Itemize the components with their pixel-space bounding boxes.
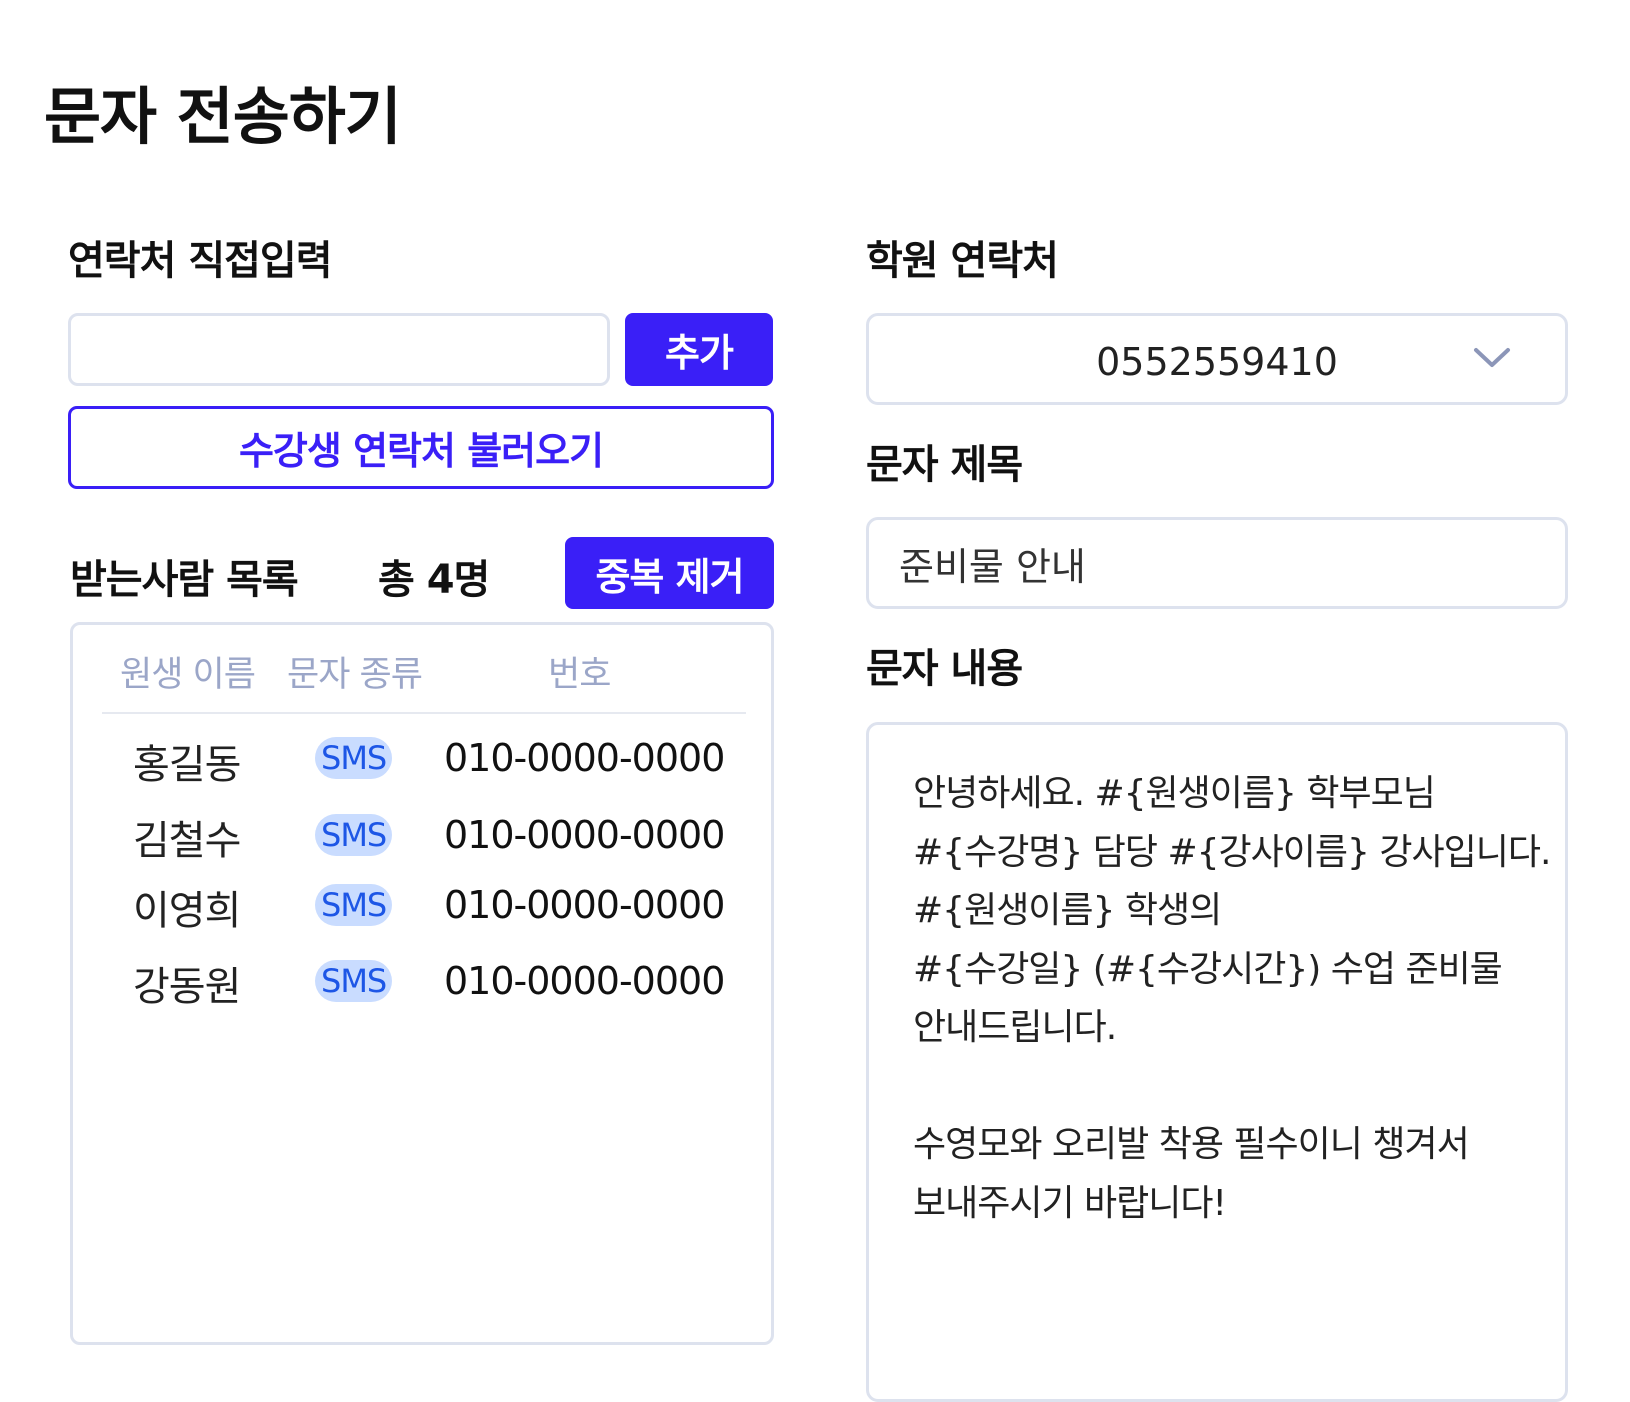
- message-line: #{원생이름} 학생의: [913, 890, 1222, 931]
- message-type-badge: SMS: [315, 814, 393, 856]
- message-line: 안녕하세요. #{원생이름} 학부모님: [913, 773, 1436, 814]
- message-line: 안내드립니다.: [913, 1007, 1117, 1048]
- chevron-down-icon: [1474, 348, 1510, 367]
- column-header-name: 원생 이름: [120, 655, 256, 695]
- recipient-phone: 010-0000-0000: [444, 736, 725, 780]
- page-title: 문자 전송하기: [44, 80, 402, 153]
- message-title-label: 문자 제목: [866, 442, 1023, 488]
- academy-contact-label: 학원 연락처: [866, 238, 1059, 284]
- message-line: [913, 1058, 1545, 1117]
- message-line: 보내주시기 바랍니다!: [913, 1182, 1227, 1224]
- remove-duplicates-button[interactable]: 중복 제거: [565, 537, 774, 609]
- message-content-textarea[interactable]: 안녕하세요. #{원생이름} 학부모님 #{수강명} 담당 #{강사이름} 강사…: [866, 722, 1568, 1402]
- message-line: 수영모와 오리발 착용 필수이니 챙겨서: [913, 1124, 1470, 1165]
- message-type-badge: SMS: [315, 960, 393, 1002]
- academy-contact-select[interactable]: 0552559410: [866, 313, 1568, 405]
- recipient-name: 강동원: [133, 964, 241, 1010]
- recipient-phone: 010-0000-0000: [444, 813, 725, 857]
- message-line: #{수강일} (#{수강시간}) 수업 준비물: [913, 948, 1503, 990]
- table-header-divider: [102, 712, 746, 714]
- message-title-input[interactable]: [866, 517, 1568, 609]
- add-button[interactable]: 추가: [625, 313, 773, 386]
- academy-contact-value: 0552559410: [1096, 340, 1338, 384]
- recipient-list-label: 받는사람 목록: [70, 557, 299, 603]
- column-header-type: 문자 종류: [287, 655, 423, 695]
- message-type-badge: SMS: [315, 737, 393, 779]
- phone-input[interactable]: [68, 313, 610, 386]
- recipient-name: 홍길동: [133, 742, 241, 788]
- recipient-name: 김철수: [133, 818, 241, 864]
- message-type-badge: SMS: [315, 884, 393, 926]
- column-header-phone: 번호: [548, 655, 611, 695]
- recipient-total-count: 총 4명: [378, 557, 490, 603]
- direct-input-label: 연락처 직접입력: [68, 238, 333, 284]
- message-line: #{수강명} 담당 #{강사이름} 강사입니다.: [913, 831, 1551, 873]
- message-content-label: 문자 내용: [866, 646, 1023, 692]
- recipient-name: 이영희: [133, 888, 241, 934]
- recipient-phone: 010-0000-0000: [444, 959, 725, 1003]
- recipient-phone: 010-0000-0000: [444, 883, 725, 927]
- load-student-contacts-button[interactable]: 수강생 연락처 불러오기: [68, 406, 774, 489]
